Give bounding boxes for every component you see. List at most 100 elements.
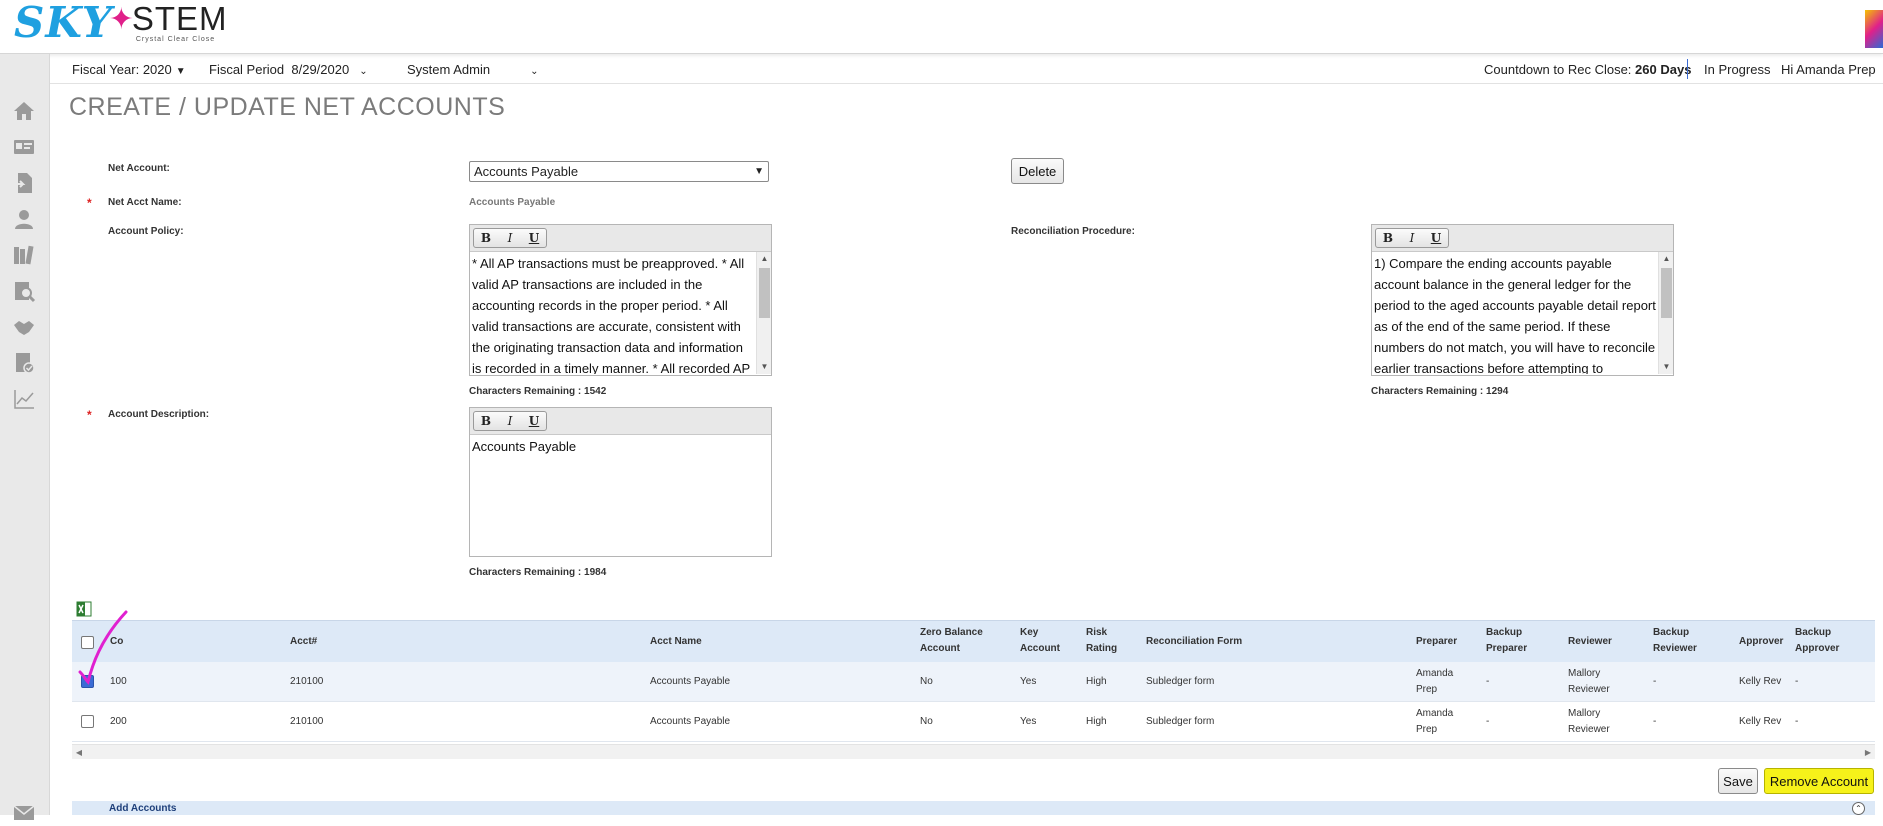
underline-button[interactable]: U <box>1424 229 1448 247</box>
col-backup-preparer-line1: Backup <box>1486 627 1523 638</box>
user-icon[interactable] <box>11 206 37 232</box>
cell-reviewer: Mallory Reviewer <box>1568 666 1610 698</box>
reconciliation-procedure-editor[interactable]: B I U 1) Compare the ending accounts pay… <box>1371 224 1674 376</box>
col-co[interactable]: Co <box>110 634 123 650</box>
editor-toolbar: B I U <box>1372 225 1673 252</box>
role-dropdown[interactable]: System Admin ⌄ <box>407 62 538 77</box>
reconciliation-procedure-textarea[interactable]: 1) Compare the ending accounts payable a… <box>1372 252 1673 374</box>
cell-preparer-line2: Prep <box>1416 684 1438 695</box>
fiscal-year-label: Fiscal Year: 2020 <box>72 62 172 77</box>
scroll-down-icon[interactable]: ▼ <box>757 360 771 374</box>
horizontal-scrollbar[interactable]: ◀ ▶ <box>72 744 1875 759</box>
home-icon[interactable] <box>11 98 37 124</box>
cell-backup-preparer: - <box>1486 676 1490 687</box>
user-avatar[interactable] <box>1865 10 1883 48</box>
italic-button[interactable]: I <box>498 412 522 430</box>
cell-preparer-line1: Amanda <box>1416 668 1454 679</box>
cell-acct-no: 210100 <box>290 676 324 687</box>
col-key-account-line2: Account <box>1020 643 1060 654</box>
col-reconciliation-form[interactable]: Reconciliation Form <box>1146 634 1242 650</box>
col-zero-balance[interactable]: Zero Balance Account <box>920 625 983 657</box>
user-greeting-menu[interactable]: Hi Amanda Prep⌄ <box>1781 62 1883 77</box>
countdown-label: Countdown to Rec Close: <box>1484 62 1632 77</box>
fiscal-year-dropdown[interactable]: Fiscal Year: 2020 ▼ <box>72 62 186 77</box>
select-all-checkbox[interactable] <box>81 636 94 649</box>
skystem-logo[interactable]: SKY ✦ STEM Crystal Clear Close <box>14 0 228 48</box>
italic-button[interactable]: I <box>498 229 522 247</box>
bold-button[interactable]: B <box>1376 229 1400 247</box>
logo-stem-text: STEM <box>131 0 228 37</box>
col-backup-preparer-line2: Preparer <box>1486 643 1528 654</box>
col-preparer[interactable]: Preparer <box>1416 634 1457 650</box>
divider <box>1687 59 1688 79</box>
col-key-account[interactable]: Key Account <box>1020 625 1060 657</box>
scroll-thumb[interactable] <box>759 268 770 318</box>
chevron-down-icon: ⌄ <box>359 66 368 77</box>
cell-preparer: Amanda Prep <box>1416 666 1453 698</box>
save-button[interactable]: Save <box>1718 768 1758 794</box>
document-import-icon[interactable] <box>11 170 37 196</box>
left-sidebar <box>0 54 50 820</box>
collapse-icon[interactable]: ⌃ <box>1852 802 1865 815</box>
logo-stem-group: STEM Crystal Clear Close <box>131 0 228 44</box>
reconciliation-procedure-chars-remaining: Characters Remaining : 1294 <box>1371 386 1509 397</box>
col-backup-reviewer[interactable]: Backup Reviewer <box>1653 625 1697 657</box>
add-accounts-label: Add Accounts <box>109 803 177 814</box>
cell-preparer-line1: Amanda <box>1416 708 1454 719</box>
net-acct-name-value: Accounts Payable <box>469 197 556 208</box>
col-acct-no[interactable]: Acct# <box>290 634 317 650</box>
scrollbar[interactable]: ▲ ▼ <box>756 252 771 374</box>
col-risk-rating[interactable]: Risk Rating <box>1086 625 1117 657</box>
col-backup-preparer[interactable]: Backup Preparer <box>1486 625 1527 657</box>
underline-button[interactable]: U <box>522 412 546 430</box>
bold-button[interactable]: B <box>474 412 498 430</box>
chart-icon[interactable] <box>11 386 37 412</box>
books-icon[interactable] <box>11 242 37 268</box>
net-account-select[interactable]: Accounts Payable ▼ <box>469 161 769 182</box>
col-acct-name[interactable]: Acct Name <box>650 634 702 650</box>
net-account-value: Accounts Payable <box>474 164 579 179</box>
excel-export-icon[interactable] <box>76 601 92 617</box>
chevron-down-icon: ▼ <box>754 166 764 177</box>
table-row[interactable]: 200 210100 Accounts Payable No Yes High … <box>72 702 1875 742</box>
italic-button[interactable]: I <box>1400 229 1424 247</box>
col-reviewer[interactable]: Reviewer <box>1568 634 1612 650</box>
col-backup-approver-line1: Backup <box>1795 627 1832 638</box>
chevron-down-icon: ▼ <box>175 66 186 77</box>
remove-account-button[interactable]: Remove Account <box>1764 768 1874 794</box>
account-policy-editor[interactable]: B I U * All AP transactions must be prea… <box>469 224 772 376</box>
account-description-editor[interactable]: B I U Accounts Payable <box>469 407 772 557</box>
row-checkbox[interactable] <box>81 675 94 688</box>
fiscal-period-dropdown[interactable]: Fiscal Period 8/29/2020 ⌄ <box>209 62 368 77</box>
account-policy-textarea[interactable]: * All AP transactions must be preapprove… <box>470 252 771 374</box>
cell-approver: Kelly Rev <box>1739 716 1782 727</box>
net-acct-name-label: Net Acct Name: <box>108 197 182 208</box>
col-backup-approver[interactable]: Backup Approver <box>1795 625 1839 657</box>
handshake-icon[interactable] <box>11 314 37 340</box>
countdown: Countdown to Rec Close: 260 Days <box>1484 62 1691 77</box>
scrollbar[interactable]: ▲ ▼ <box>1658 252 1673 374</box>
col-backup-reviewer-line1: Backup <box>1653 627 1690 638</box>
scroll-up-icon[interactable]: ▲ <box>1659 252 1673 266</box>
checklist-icon[interactable] <box>11 350 37 376</box>
scroll-up-icon[interactable]: ▲ <box>757 252 771 266</box>
cell-risk-rating: High <box>1086 716 1107 727</box>
scroll-right-icon[interactable]: ▶ <box>1861 745 1875 760</box>
col-key-account-line1: Key <box>1020 627 1039 638</box>
bold-button[interactable]: B <box>474 229 498 247</box>
table-row[interactable]: 100 210100 Accounts Payable No Yes High … <box>72 662 1875 702</box>
mail-icon[interactable] <box>11 800 37 826</box>
cell-key-account: Yes <box>1020 676 1037 687</box>
add-accounts-section[interactable]: Add Accounts ⌃ <box>72 801 1875 815</box>
search-report-icon[interactable] <box>11 278 37 304</box>
scroll-left-icon[interactable]: ◀ <box>72 745 86 760</box>
col-approver[interactable]: Approver <box>1739 634 1783 650</box>
scroll-thumb[interactable] <box>1661 268 1672 318</box>
delete-button[interactable]: Delete <box>1011 158 1064 184</box>
id-card-icon[interactable] <box>11 134 37 160</box>
account-description-textarea[interactable]: Accounts Payable <box>470 435 771 555</box>
row-checkbox[interactable] <box>81 715 94 728</box>
underline-button[interactable]: U <box>522 229 546 247</box>
scroll-down-icon[interactable]: ▼ <box>1659 360 1673 374</box>
cell-acct-name: Accounts Payable <box>650 716 731 727</box>
